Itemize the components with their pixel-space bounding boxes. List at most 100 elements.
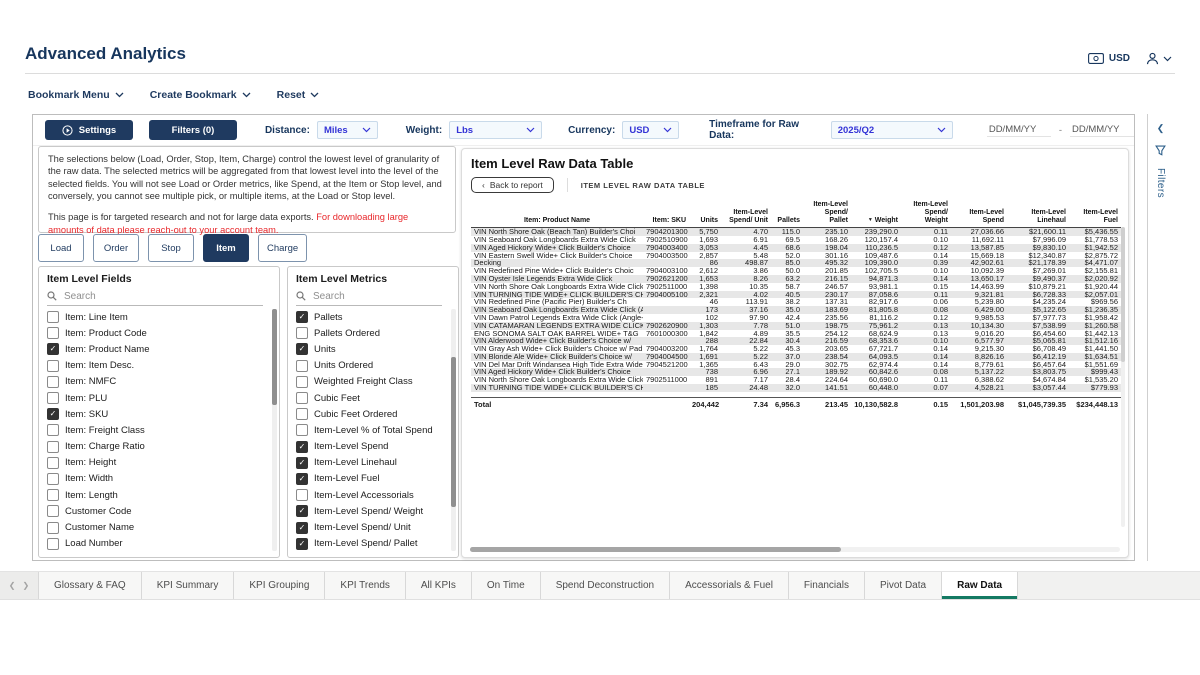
- checkbox[interactable]: ✓: [296, 311, 308, 323]
- field-item-item-length[interactable]: Item: Length: [47, 487, 271, 503]
- checkbox[interactable]: [47, 489, 59, 501]
- funnel-icon[interactable]: [1155, 145, 1166, 156]
- tab-raw-data[interactable]: Raw Data: [942, 572, 1018, 599]
- tab-all-kpis[interactable]: All KPIs: [406, 572, 472, 599]
- checkbox[interactable]: [47, 376, 59, 388]
- metric-item-item-level-spend-pallet[interactable]: ✓Item-Level Spend/ Pallet: [296, 536, 450, 552]
- tab-scroll-left-icon[interactable]: ❮: [9, 581, 16, 590]
- timeframe-select[interactable]: 2025/Q2: [831, 121, 953, 139]
- field-item-item-height[interactable]: Item: Height: [47, 455, 271, 471]
- scrollbar-thumb[interactable]: [451, 357, 456, 507]
- column-header-item-level-fuel[interactable]: Item-Level Fuel: [1069, 200, 1121, 228]
- field-item-item-item-desc[interactable]: Item: Item Desc.: [47, 358, 271, 374]
- checkbox[interactable]: [296, 376, 308, 388]
- tab-kpi-grouping[interactable]: KPI Grouping: [234, 572, 325, 599]
- checkbox[interactable]: ✓: [296, 522, 308, 534]
- column-header-item-level-spend-weight[interactable]: Item-Level Spend/ Weight: [901, 200, 951, 228]
- date-from-input[interactable]: [987, 123, 1051, 137]
- table-row[interactable]: VIN North Shore Oak (Beach Tan) Builder'…: [471, 228, 1121, 236]
- table-row[interactable]: VIN Aged Hickory Wide+ Click Builder's C…: [471, 244, 1121, 252]
- metric-item-pallets-ordered[interactable]: Pallets Ordered: [296, 325, 450, 341]
- checkbox[interactable]: ✓: [296, 457, 308, 469]
- column-header-item-level-spend-pallet[interactable]: Item-Level Spend/ Pallet: [803, 200, 851, 228]
- level-button-stop[interactable]: Stop: [148, 234, 194, 262]
- table-row[interactable]: VIN Alderwood Wide+ Click Builder's Choi…: [471, 337, 1121, 345]
- currency-indicator[interactable]: USD: [1088, 53, 1130, 64]
- user-menu[interactable]: [1146, 52, 1172, 65]
- checkbox[interactable]: [296, 392, 308, 404]
- field-item-item-product-name[interactable]: ✓Item: Product Name: [47, 341, 271, 357]
- field-item-customer-code[interactable]: Customer Code: [47, 503, 271, 519]
- metric-item-units-ordered[interactable]: Units Ordered: [296, 358, 450, 374]
- tab-pivot-data[interactable]: Pivot Data: [865, 572, 942, 599]
- metric-item-units[interactable]: ✓Units: [296, 341, 450, 357]
- metric-item-item-level-spend[interactable]: ✓Item-Level Spend: [296, 439, 450, 455]
- table-row[interactable]: VIN Oyster Isle Legends Extra Wide Click…: [471, 275, 1121, 283]
- checkbox[interactable]: [296, 424, 308, 436]
- field-item-item-product-code[interactable]: Item: Product Code: [47, 325, 271, 341]
- tab-kpi-trends[interactable]: KPI Trends: [325, 572, 405, 599]
- scrollbar-thumb[interactable]: [470, 547, 841, 552]
- tab-glossary-faq[interactable]: Glossary & FAQ: [39, 572, 142, 599]
- level-button-load[interactable]: Load: [38, 234, 84, 262]
- metrics-search-input[interactable]: [311, 290, 415, 303]
- checkbox[interactable]: [296, 408, 308, 420]
- bookmark-menu-item-bookmark-menu[interactable]: Bookmark Menu: [28, 89, 124, 101]
- field-item-item-charge-ratio[interactable]: Item: Charge Ratio: [47, 439, 271, 455]
- checkbox[interactable]: [47, 473, 59, 485]
- table-row[interactable]: VIN Eastern Swell Wide+ Click Builder's …: [471, 252, 1121, 260]
- table-row[interactable]: VIN Dawn Patrol Legends Extra Wide Click…: [471, 314, 1121, 322]
- table-row[interactable]: VIN Seaboard Oak Longboards Extra Wide C…: [471, 306, 1121, 314]
- bookmark-menu-item-reset[interactable]: Reset: [277, 89, 320, 101]
- column-header-item-level-spend[interactable]: Item-Level Spend: [951, 200, 1007, 228]
- field-item-item-nmfc[interactable]: Item: NMFC: [47, 374, 271, 390]
- tab-kpi-summary[interactable]: KPI Summary: [142, 572, 235, 599]
- field-item-item-freight-class[interactable]: Item: Freight Class: [47, 422, 271, 438]
- checkbox[interactable]: ✓: [296, 505, 308, 517]
- metric-item-item-level-spend-unit[interactable]: ✓Item-Level Spend/ Unit: [296, 519, 450, 535]
- metric-item-item-level-spend-weight[interactable]: ✓Item-Level Spend/ Weight: [296, 503, 450, 519]
- checkbox[interactable]: [47, 360, 59, 372]
- fields-search-input[interactable]: [62, 290, 166, 303]
- table-row[interactable]: VIN CATAMARAN LEGENDS EXTRA WIDE CLICK79…: [471, 322, 1121, 330]
- field-item-load-number[interactable]: Load Number: [47, 536, 271, 552]
- distance-select[interactable]: Miles: [317, 121, 378, 139]
- checkbox[interactable]: [47, 392, 59, 404]
- checkbox[interactable]: [47, 424, 59, 436]
- checkbox[interactable]: [296, 360, 308, 372]
- field-item-item-line-item[interactable]: Item: Line Item: [47, 309, 271, 325]
- fields-scrollbar[interactable]: [272, 309, 277, 551]
- table-row[interactable]: VIN North Shore Oak Longboards Extra Wid…: [471, 283, 1121, 291]
- level-button-charge[interactable]: Charge: [258, 234, 307, 262]
- table-horizontal-scrollbar[interactable]: [470, 547, 1120, 552]
- table-row[interactable]: VIN Seaboard Oak Longboards Extra Wide C…: [471, 236, 1121, 244]
- column-header-item-level-spend-unit[interactable]: Item-Level Spend/ Unit: [721, 200, 771, 228]
- checkbox[interactable]: ✓: [296, 538, 308, 550]
- currency-select[interactable]: USD: [622, 121, 679, 139]
- checkbox[interactable]: [296, 327, 308, 339]
- column-header-weight[interactable]: ▼Weight: [851, 200, 901, 228]
- settings-button[interactable]: Settings: [45, 120, 133, 140]
- table-row[interactable]: VIN Redefined Pine Wide+ Click Builder's…: [471, 267, 1121, 275]
- field-item-item-width[interactable]: Item: Width: [47, 471, 271, 487]
- metric-item-item-level-accessorials[interactable]: Item-Level Accessorials: [296, 487, 450, 503]
- metric-item-weighted-freight-class[interactable]: Weighted Freight Class: [296, 374, 450, 390]
- tab-scroll-right-icon[interactable]: ❯: [23, 581, 30, 590]
- field-item-item-plu[interactable]: Item: PLU: [47, 390, 271, 406]
- checkbox[interactable]: [296, 489, 308, 501]
- table-row[interactable]: VIN Gray Ash Wide+ Click Builder's Choic…: [471, 345, 1121, 353]
- scrollbar-thumb[interactable]: [1121, 227, 1125, 362]
- checkbox[interactable]: ✓: [296, 343, 308, 355]
- collapse-rail-icon[interactable]: ❮: [1157, 124, 1165, 133]
- tab-accessorials-fuel[interactable]: Accessorials & Fuel: [670, 572, 789, 599]
- metrics-search[interactable]: [296, 287, 442, 306]
- column-header-item-level-linehaul[interactable]: Item-Level Linehaul: [1007, 200, 1069, 228]
- table-row[interactable]: VIN North Shore Oak Longboards Extra Wid…: [471, 376, 1121, 384]
- table-row[interactable]: VIN TURNING TIDE WIDE+ CLICK BUILDER'S C…: [471, 291, 1121, 299]
- metric-item-pallets[interactable]: ✓Pallets: [296, 309, 450, 325]
- level-button-item[interactable]: Item: [203, 234, 249, 262]
- weight-select[interactable]: Lbs: [449, 121, 542, 139]
- filters-button[interactable]: Filters (0): [149, 120, 237, 140]
- checkbox[interactable]: [47, 441, 59, 453]
- checkbox[interactable]: ✓: [47, 408, 59, 420]
